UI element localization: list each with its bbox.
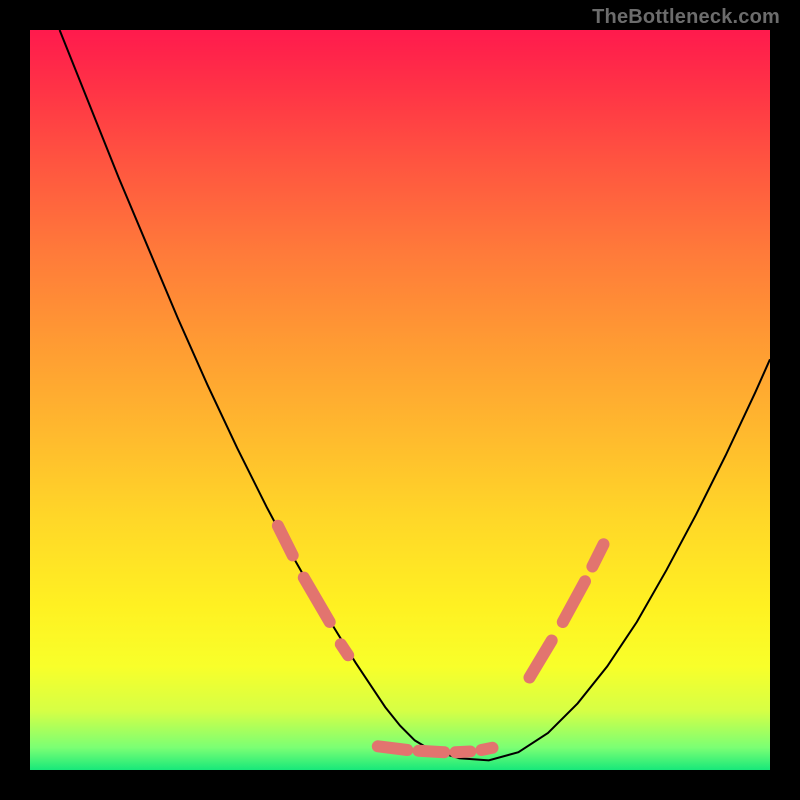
highlight-segment bbox=[304, 578, 330, 622]
highlight-segment bbox=[481, 748, 492, 750]
chart-svg bbox=[30, 30, 770, 770]
highlight-segment bbox=[456, 752, 471, 753]
highlight-segment bbox=[530, 641, 552, 678]
bottleneck-curve bbox=[60, 30, 770, 760]
highlight-segment bbox=[278, 526, 293, 556]
highlight-segment bbox=[378, 746, 408, 750]
highlight-segment bbox=[592, 544, 603, 566]
highlight-segment bbox=[341, 644, 348, 655]
chart-frame: TheBottleneck.com bbox=[0, 0, 800, 800]
highlight-segment bbox=[419, 751, 445, 752]
watermark-text: TheBottleneck.com bbox=[592, 6, 780, 29]
highlight-segment bbox=[563, 581, 585, 622]
plot-area bbox=[30, 30, 770, 770]
